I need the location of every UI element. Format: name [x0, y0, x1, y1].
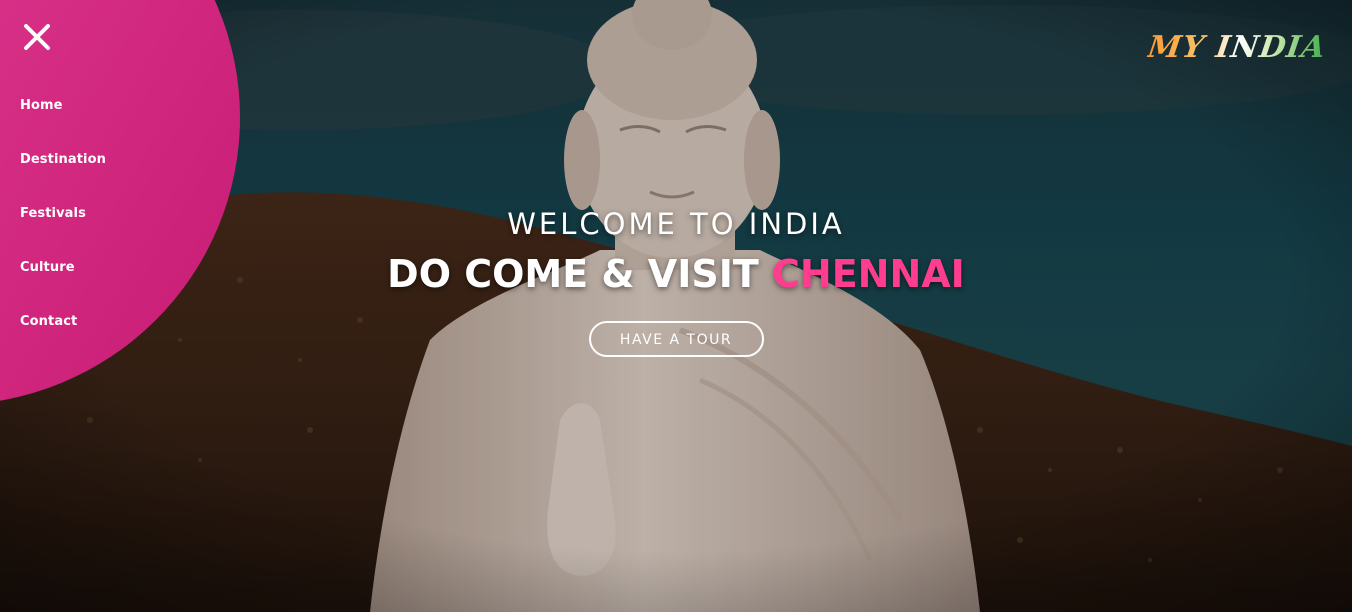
site-logo[interactable]: MY INDIA — [1146, 30, 1329, 65]
nav-item-destination: Destination — [20, 148, 106, 202]
hero-content: WELCOME TO INDIA DO COME & VISIT CHENNAI… — [0, 204, 1352, 357]
close-icon — [24, 24, 50, 50]
hero-section: Home Destination Festivals Culture Conta… — [0, 0, 1352, 612]
hero-headline-accent: CHENNAI — [772, 252, 965, 296]
nav-link-destination[interactable]: Destination — [20, 152, 106, 167]
nav-item-home: Home — [20, 94, 106, 148]
nav-item-culture: Culture — [20, 256, 106, 310]
nav-link-festivals[interactable]: Festivals — [20, 206, 86, 221]
nav-item-festivals: Festivals — [20, 202, 106, 256]
nav-link-contact[interactable]: Contact — [20, 314, 77, 329]
nav-link-culture[interactable]: Culture — [20, 260, 75, 275]
side-nav: Home Destination Festivals Culture Conta… — [20, 94, 106, 364]
close-menu-button[interactable] — [22, 22, 52, 52]
have-a-tour-button[interactable]: HAVE A TOUR — [588, 321, 764, 357]
hero-welcome-text: WELCOME TO INDIA — [507, 207, 845, 241]
hero-headline: DO COME & VISIT CHENNAI — [0, 250, 1352, 298]
nav-link-home[interactable]: Home — [20, 98, 63, 113]
nav-item-contact: Contact — [20, 310, 106, 364]
hero-headline-prefix: DO COME & VISIT — [387, 252, 759, 296]
